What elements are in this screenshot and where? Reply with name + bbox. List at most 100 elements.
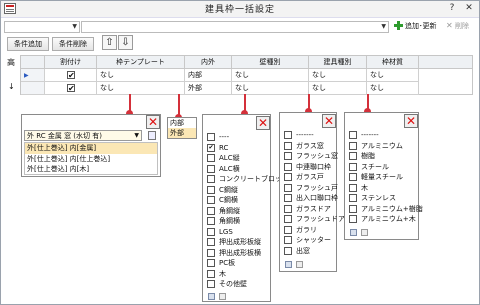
list-view-icon[interactable]: [148, 131, 156, 140]
wall-type-cell[interactable]: なし: [232, 69, 309, 82]
list-item[interactable]: 角鋼横: [207, 216, 289, 227]
category-combo[interactable]: ▼: [4, 21, 80, 33]
inout-cell[interactable]: 内部: [185, 69, 232, 82]
checkbox[interactable]: [349, 173, 357, 181]
close-icon[interactable]: ✕: [464, 3, 474, 13]
list-item[interactable]: 出窓: [284, 246, 345, 257]
checkbox[interactable]: [207, 238, 215, 246]
checkbox[interactable]: [207, 269, 215, 278]
list-item[interactable]: 木: [349, 183, 423, 194]
list-item[interactable]: ALC横: [207, 164, 289, 175]
material-cell[interactable]: なし: [367, 82, 419, 95]
checkbox[interactable]: [349, 215, 357, 223]
checkbox[interactable]: [284, 236, 292, 244]
list-item[interactable]: フラッシュ窓: [284, 151, 345, 162]
list-item[interactable]: PC板: [207, 258, 289, 269]
checkbox[interactable]: [284, 194, 292, 202]
delete-condition-button[interactable]: 条件削除: [52, 37, 94, 51]
setting-combo[interactable]: ▼: [81, 21, 389, 33]
checkbox[interactable]: [284, 183, 292, 192]
list-item[interactable]: 押出成形板縦: [207, 237, 289, 248]
list-item[interactable]: ガラス窓: [284, 141, 345, 152]
add-update-button[interactable]: 追加･更新: [405, 21, 437, 31]
door-type-cell[interactable]: なし: [309, 69, 367, 82]
column-header[interactable]: 内外: [185, 56, 232, 69]
move-down-icon[interactable]: ⇩: [118, 35, 133, 50]
list-item[interactable]: 木: [207, 269, 289, 280]
checkbox[interactable]: [284, 246, 292, 255]
list-item[interactable]: 樹脂: [349, 151, 423, 162]
list-item[interactable]: コンクリートブロック: [207, 174, 289, 185]
checkbox[interactable]: [207, 259, 215, 267]
checkbox[interactable]: [207, 196, 215, 204]
close-icon[interactable]: ✕: [146, 115, 160, 129]
checkbox[interactable]: [284, 162, 292, 171]
list-item[interactable]: 外[仕上巻込] 内[金属]: [25, 143, 157, 154]
column-header[interactable]: 建具種別: [309, 56, 367, 69]
move-up-icon[interactable]: ⇧: [102, 35, 117, 50]
checkbox[interactable]: [207, 217, 215, 225]
checkbox[interactable]: [207, 206, 215, 215]
list-item[interactable]: LGS: [207, 227, 289, 238]
template-select[interactable]: 外 RC 金属 窓 (水切 有) ▼: [24, 130, 142, 141]
list-item[interactable]: ガラリ: [284, 225, 345, 236]
close-icon[interactable]: ✕: [322, 114, 336, 128]
select-all-icon[interactable]: [208, 293, 215, 300]
checkbox[interactable]: [207, 133, 215, 141]
list-item[interactable]: アルミニウム: [349, 141, 423, 152]
list-item[interactable]: ALC縦: [207, 153, 289, 164]
list-item[interactable]: フラッシュドア: [284, 214, 345, 225]
select-all-icon[interactable]: [350, 229, 357, 236]
assign-cell[interactable]: ✔: [45, 69, 97, 82]
list-item[interactable]: シャッター: [284, 235, 345, 246]
checkbox[interactable]: [284, 225, 292, 234]
row-header[interactable]: [21, 82, 45, 95]
list-item[interactable]: 外部: [168, 128, 196, 138]
clear-all-icon[interactable]: [219, 293, 226, 300]
column-header[interactable]: 枠テンプレート: [97, 56, 185, 69]
add-condition-button[interactable]: 条件追加: [7, 37, 49, 51]
checkbox[interactable]: [349, 194, 357, 202]
checkbox[interactable]: [207, 248, 215, 257]
checkbox[interactable]: [207, 175, 215, 183]
checkbox[interactable]: [349, 183, 357, 192]
checkbox[interactable]: [284, 173, 292, 181]
assign-checkbox[interactable]: ✔: [67, 84, 75, 93]
checkbox[interactable]: [207, 185, 215, 194]
list-item[interactable]: アルミニウム+木: [349, 214, 423, 225]
list-item[interactable]: 中連聯口枠: [284, 162, 345, 173]
row-header[interactable]: ▶: [21, 69, 45, 82]
material-cell[interactable]: なし: [367, 69, 419, 82]
assign-checkbox[interactable]: ✔: [67, 71, 75, 80]
list-item[interactable]: ガラス戸: [284, 172, 345, 183]
checkbox[interactable]: [349, 131, 357, 139]
list-item[interactable]: C鋼縦: [207, 185, 289, 196]
delete-icon[interactable]: ✕: [446, 21, 453, 31]
list-item[interactable]: ガラスドア: [284, 204, 345, 215]
list-item[interactable]: 内部: [168, 118, 196, 128]
close-icon[interactable]: ✕: [404, 114, 418, 128]
list-item[interactable]: 角鋼縦: [207, 206, 289, 217]
checkbox[interactable]: [207, 227, 215, 236]
list-item[interactable]: アルミニウム+樹脂: [349, 204, 423, 215]
column-header[interactable]: 壁種別: [232, 56, 309, 69]
column-header[interactable]: 割付け: [45, 56, 97, 69]
assign-cell[interactable]: ✔: [45, 82, 97, 95]
checkbox[interactable]: [207, 280, 215, 288]
list-item[interactable]: C鋼横: [207, 195, 289, 206]
clear-all-icon[interactable]: [296, 261, 303, 268]
checkbox[interactable]: [284, 204, 292, 213]
checkbox[interactable]: [284, 215, 292, 223]
list-item[interactable]: -------: [349, 130, 423, 141]
list-item[interactable]: スチール: [349, 162, 423, 173]
list-item[interactable]: 外[仕上巻込] 内[仕上巻込]: [25, 154, 157, 165]
list-item[interactable]: -------: [284, 130, 345, 141]
list-item[interactable]: ✔ RC: [207, 143, 289, 154]
checkbox[interactable]: [349, 162, 357, 171]
checkbox[interactable]: [207, 164, 215, 173]
list-item[interactable]: 押出成形板横: [207, 248, 289, 259]
close-icon[interactable]: ✕: [256, 116, 270, 130]
delete-button[interactable]: 削除: [455, 21, 469, 31]
column-header[interactable]: 枠材質: [367, 56, 419, 69]
clear-all-icon[interactable]: [361, 229, 368, 236]
